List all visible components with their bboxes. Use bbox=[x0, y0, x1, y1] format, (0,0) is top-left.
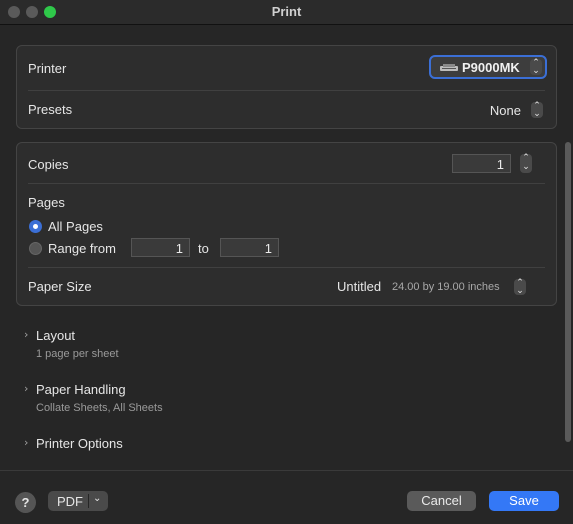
cancel-button[interactable]: Cancel bbox=[407, 491, 476, 511]
save-button[interactable]: Save bbox=[489, 491, 559, 511]
copies-field[interactable] bbox=[452, 154, 511, 173]
range-from-label: Range from bbox=[48, 241, 116, 256]
section-title: Layout bbox=[36, 328, 76, 343]
scrollbar[interactable] bbox=[565, 142, 571, 442]
divider bbox=[28, 183, 545, 184]
chevron-down-icon: ⌄ bbox=[93, 493, 102, 504]
paper-size-dims: 24.00 by 19.00 inches bbox=[392, 281, 500, 293]
pdf-menu-button[interactable]: PDF ⌄ bbox=[48, 491, 108, 511]
range-to-label: to bbox=[198, 241, 209, 256]
section-subtitle: Collate Sheets, All Sheets bbox=[36, 402, 163, 414]
pdf-label: PDF bbox=[57, 494, 83, 509]
presets-popup-value[interactable]: None bbox=[490, 103, 521, 118]
section-title: Printer Options bbox=[36, 436, 123, 451]
print-dialog-content: Printer P9000MK ⌃ ⌄ Presets None ⌃ ⌄ Copie… bbox=[0, 25, 573, 470]
printer-name: P9000MK bbox=[462, 60, 520, 75]
all-pages-radio[interactable] bbox=[29, 220, 42, 233]
up-down-chevron-icon[interactable]: ⌃ ⌄ bbox=[531, 102, 543, 119]
up-down-chevron-icon[interactable]: ⌃ ⌄ bbox=[514, 279, 526, 296]
copies-label: Copies bbox=[28, 157, 69, 172]
printer-label: Printer bbox=[28, 61, 67, 76]
footer-bar: ? PDF ⌄ Cancel Save bbox=[0, 470, 573, 524]
copies-pages-group: Copies ⌃⌄ Pages All Pages Range from to … bbox=[16, 142, 557, 306]
printer-icon bbox=[440, 64, 458, 71]
up-down-chevron-icon: ⌃ ⌄ bbox=[530, 59, 542, 76]
copies-stepper[interactable]: ⌃ ⌄ bbox=[520, 154, 532, 173]
chevron-right-icon[interactable]: › bbox=[24, 383, 32, 394]
presets-label: Presets bbox=[28, 102, 73, 117]
range-radio[interactable] bbox=[29, 242, 42, 255]
all-pages-label: All Pages bbox=[48, 219, 103, 234]
section-title: Paper Handling bbox=[36, 382, 126, 397]
divider bbox=[88, 494, 89, 508]
range-from-field[interactable] bbox=[131, 238, 190, 257]
divider bbox=[28, 90, 545, 91]
section-subtitle: 1 page per sheet bbox=[36, 348, 119, 360]
printer-group: Printer P9000MK ⌃ ⌄ Presets None ⌃ ⌄ bbox=[16, 45, 557, 129]
help-button[interactable]: ? bbox=[15, 492, 36, 513]
title-bar: Print bbox=[0, 0, 573, 25]
chevron-right-icon[interactable]: › bbox=[24, 329, 32, 340]
pages-label: Pages bbox=[28, 195, 65, 210]
divider bbox=[28, 267, 545, 268]
paper-size-value[interactable]: Untitled bbox=[337, 279, 381, 294]
paper-size-label: Paper Size bbox=[28, 279, 92, 294]
window-title: Print bbox=[271, 4, 302, 19]
chevron-right-icon[interactable]: › bbox=[24, 437, 32, 448]
range-to-field[interactable] bbox=[220, 238, 279, 257]
printer-popup[interactable]: P9000MK ⌃ ⌄ bbox=[429, 55, 547, 79]
